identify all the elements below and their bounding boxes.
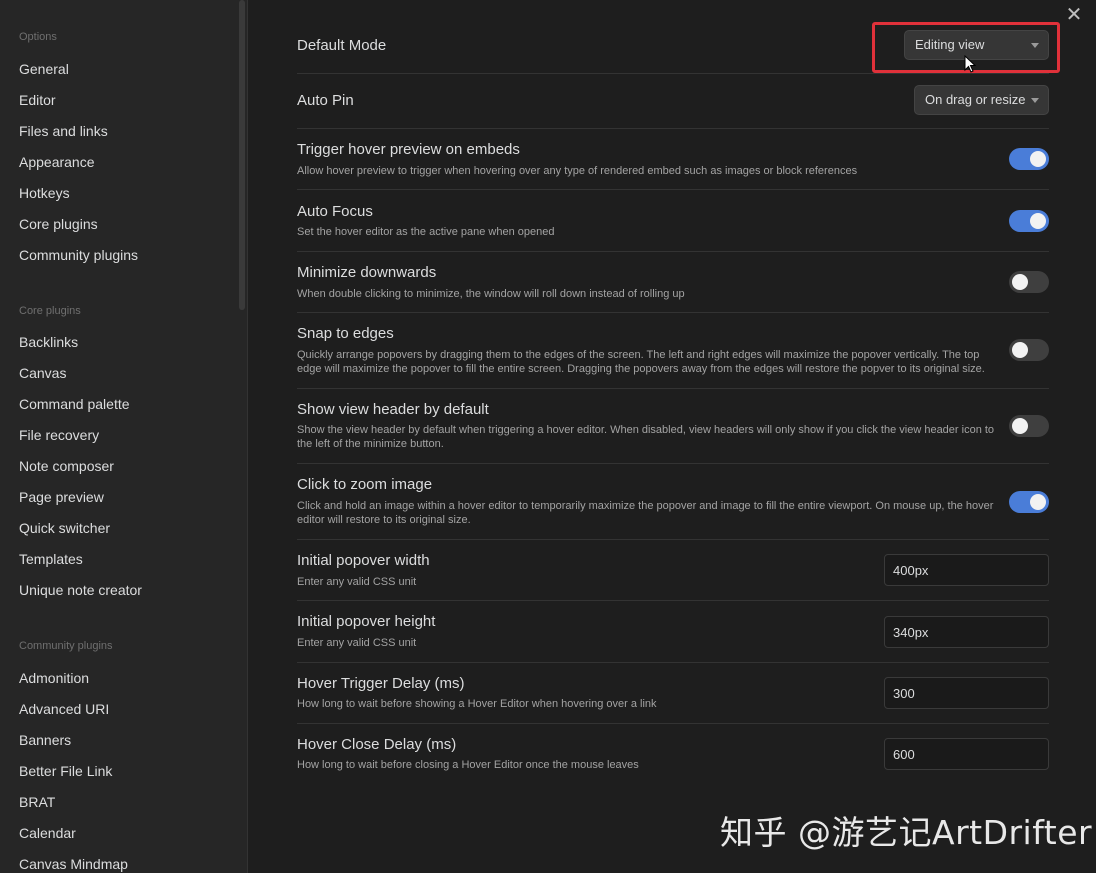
setting-description: When double clicking to minimize, the wi… (297, 288, 685, 300)
sidebar-item-hotkeys[interactable]: Hotkeys (19, 185, 70, 201)
setting-title: Auto Pin (297, 92, 354, 109)
toggle-knob (1012, 418, 1028, 434)
setting-title: Initial popover width (297, 552, 430, 569)
setting-row-show-view-header: Show view header by default Show the vie… (297, 389, 1049, 464)
sidebar-item-appearance[interactable]: Appearance (19, 154, 95, 170)
dropdown-value: On drag or resize (925, 92, 1026, 107)
setting-title: Trigger hover preview on embeds (297, 141, 520, 158)
setting-row-trigger-hover-preview: Trigger hover preview on embeds Allow ho… (297, 129, 1049, 190)
popover-height-input[interactable] (884, 616, 1049, 648)
hover-close-delay-input[interactable] (884, 738, 1049, 770)
sidebar-item-better-file-link[interactable]: Better File Link (19, 763, 112, 779)
show-view-header-toggle[interactable] (1009, 415, 1049, 437)
sidebar-item-banners[interactable]: Banners (19, 732, 71, 748)
setting-title: Auto Focus (297, 203, 373, 220)
setting-description: Click and hold an image within a hover e… (297, 500, 994, 526)
toggle-knob (1030, 151, 1046, 167)
auto-pin-dropdown[interactable]: On drag or resize (914, 85, 1049, 115)
setting-description: Set the hover editor as the active pane … (297, 226, 555, 238)
snap-to-edges-toggle[interactable] (1009, 339, 1049, 361)
sidebar-item-command-palette[interactable]: Command palette (19, 396, 130, 412)
setting-title: Hover Close Delay (ms) (297, 736, 457, 753)
close-icon[interactable]: ✕ (1065, 5, 1083, 25)
setting-title: Click to zoom image (297, 476, 433, 493)
toggle-knob (1012, 274, 1028, 290)
toggle-knob (1030, 213, 1046, 229)
sidebar-item-canvas-mindmap[interactable]: Canvas Mindmap (19, 856, 128, 872)
section-heading-core-plugins: Core plugins (19, 305, 81, 317)
chevron-down-icon (1031, 98, 1039, 103)
sidebar-item-quick-switcher[interactable]: Quick switcher (19, 520, 110, 536)
toggle-knob (1030, 494, 1046, 510)
setting-row-snap-to-edges: Snap to edges Quickly arrange popovers b… (297, 313, 1049, 389)
setting-description: Quickly arrange popovers by dragging the… (297, 349, 985, 375)
hover-trigger-delay-input[interactable] (884, 677, 1049, 709)
popover-width-input[interactable] (884, 554, 1049, 586)
settings-window: Options General Editor Files and links A… (0, 0, 1096, 873)
setting-title: Default Mode (297, 37, 387, 54)
mouse-cursor-icon (964, 55, 976, 73)
sidebar-item-brat[interactable]: BRAT (19, 794, 55, 810)
setting-title: Initial popover height (297, 613, 436, 630)
setting-row-minimize-downwards: Minimize downwards When double clicking … (297, 252, 1049, 313)
sidebar-item-admonition[interactable]: Admonition (19, 670, 89, 686)
sidebar-item-general[interactable]: General (19, 61, 69, 77)
sidebar-item-file-recovery[interactable]: File recovery (19, 427, 99, 443)
setting-description: Allow hover preview to trigger when hove… (297, 165, 858, 177)
minimize-downwards-toggle[interactable] (1009, 271, 1049, 293)
sidebar-scrollbar[interactable] (239, 0, 245, 310)
sidebar-item-backlinks[interactable]: Backlinks (19, 334, 78, 350)
sidebar-item-unique-note-creator[interactable]: Unique note creator (19, 582, 142, 598)
section-heading-community-plugins: Community plugins (19, 640, 113, 652)
setting-row-click-to-zoom: Click to zoom image Click and hold an im… (297, 464, 1049, 540)
settings-sidebar: Options General Editor Files and links A… (0, 0, 248, 873)
setting-row-auto-focus: Auto Focus Set the hover editor as the a… (297, 190, 1049, 252)
watermark-text: 知乎 @游艺记ArtDrifter (720, 813, 1093, 852)
setting-title: Minimize downwards (297, 264, 437, 281)
sidebar-item-editor[interactable]: Editor (19, 92, 56, 108)
sidebar-item-files-and-links[interactable]: Files and links (19, 123, 108, 139)
sidebar-item-templates[interactable]: Templates (19, 551, 83, 567)
click-to-zoom-toggle[interactable] (1009, 491, 1049, 513)
auto-focus-toggle[interactable] (1009, 210, 1049, 232)
sidebar-item-canvas[interactable]: Canvas (19, 365, 66, 381)
toggle-knob (1012, 342, 1028, 358)
sidebar-item-core-plugins[interactable]: Core plugins (19, 216, 98, 232)
setting-description: Show the view header by default when tri… (297, 424, 995, 450)
sidebar-item-advanced-uri[interactable]: Advanced URI (19, 701, 109, 717)
sidebar-item-page-preview[interactable]: Page preview (19, 489, 104, 505)
setting-title: Show view header by default (297, 401, 489, 418)
sidebar-item-note-composer[interactable]: Note composer (19, 458, 114, 474)
trigger-hover-preview-toggle[interactable] (1009, 148, 1049, 170)
sidebar-item-calendar[interactable]: Calendar (19, 825, 76, 841)
sidebar-item-community-plugins[interactable]: Community plugins (19, 247, 138, 263)
section-heading-options: Options (19, 31, 57, 43)
setting-title: Snap to edges (297, 325, 394, 342)
setting-title: Hover Trigger Delay (ms) (297, 675, 465, 692)
